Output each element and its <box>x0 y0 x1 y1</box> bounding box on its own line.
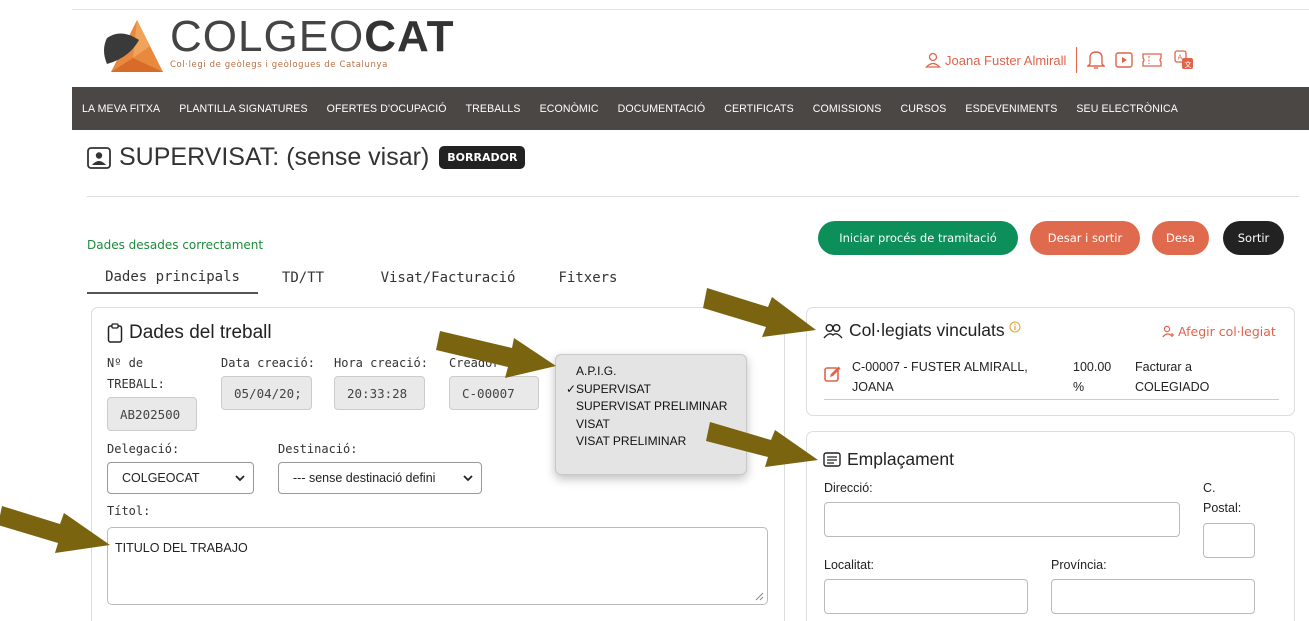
work-number-label: Nº de TREBALL: <box>107 356 165 391</box>
province-input[interactable] <box>1051 579 1255 614</box>
title-divider <box>87 196 1299 197</box>
user-area: Joana Fuster Almirall A文 <box>925 46 1201 74</box>
members-title: Col·legiats vinculats <box>823 320 1021 341</box>
people-icon <box>823 323 843 338</box>
nav-ofertes-ocupacio[interactable]: OFERTES D'OCUPACIÓ <box>327 103 447 115</box>
tab-bar: Dades principals TD/TT Visat/Facturació … <box>87 262 628 294</box>
translate-icon[interactable]: A文 <box>1173 49 1195 71</box>
logo-wordmark: COLGEOCAT <box>170 12 455 61</box>
delegation-select[interactable]: COLGEOCAT <box>107 462 254 494</box>
tab-visat-facturacio[interactable]: Visat/Facturació <box>348 262 548 294</box>
add-member-link[interactable]: Afegir col·legiat <box>1162 324 1276 339</box>
work-title-textarea[interactable]: TITULO DEL TRABAJO <box>107 527 768 605</box>
menu-option-supervisat[interactable]: ✓SUPERVISAT <box>556 381 746 399</box>
user-name-link[interactable]: Joana Fuster Almirall <box>945 53 1066 68</box>
list-icon <box>823 452 841 467</box>
nav-treballs[interactable]: TREBALLS <box>466 103 521 115</box>
creation-time-field[interactable]: 20:33:28 <box>334 376 425 410</box>
work-number-field[interactable]: AB202500 <box>107 397 197 431</box>
destination-label: Destinació: <box>278 442 358 456</box>
member-billing: Facturar a COLEGIADO <box>1135 360 1210 394</box>
menu-option-apig[interactable]: A.P.I.G. <box>556 363 746 381</box>
menu-option-visat[interactable]: VISAT <box>556 416 746 434</box>
logo-mark-icon <box>104 20 163 72</box>
start-process-button[interactable]: Iniciar procés de tramitació <box>818 221 1018 255</box>
ticket-icon[interactable] <box>1141 49 1163 71</box>
save-button[interactable]: Desa <box>1152 221 1209 255</box>
menu-option-visat-preliminar[interactable]: VISAT PRELIMINAR <box>556 433 746 451</box>
creation-date-field[interactable]: 05/04/20; <box>221 376 312 410</box>
checkmark-icon: ✓ <box>566 381 577 396</box>
member-name: C-00007 - FUSTER ALMIRALL, JOANA <box>852 360 1028 394</box>
nav-plantilla-signatures[interactable]: PLANTILLA SIGNATURES <box>179 103 307 115</box>
tab-fitxers[interactable]: Fitxers <box>548 262 628 294</box>
location-title: Emplaçament <box>823 449 954 470</box>
contact-card-icon <box>87 146 111 169</box>
top-divider <box>72 9 1309 10</box>
add-user-icon <box>1162 325 1174 338</box>
colgeocat-logo[interactable]: COLGEOCAT Col·legi de geòlegs i geòlogue… <box>103 12 483 76</box>
nav-la-meva-fitxa[interactable]: LA MEVA FITXA <box>82 103 160 115</box>
nav-seu-electronica[interactable]: SEU ELECTRÒNICA <box>1076 103 1178 115</box>
creation-time-label: Hora creació: <box>334 356 428 370</box>
nav-cursos[interactable]: CURSOS <box>900 103 946 115</box>
creator-label: Creador <box>449 356 500 370</box>
tab-dades-principals[interactable]: Dades principals <box>87 262 258 294</box>
page-title-text: SUPERVISAT: (sense visar) <box>119 143 430 171</box>
city-label: Localitat: <box>824 558 875 572</box>
user-separator <box>1076 47 1078 73</box>
work-title-label: Títol: <box>107 504 151 518</box>
tab-td-tt[interactable]: TD/TT <box>258 262 348 294</box>
chevron-down-icon <box>235 475 245 482</box>
work-data-title: Dades del treball <box>107 322 272 344</box>
member-percent: 100.00% <box>1073 360 1112 394</box>
nav-comissions[interactable]: COMISSIONS <box>813 103 882 115</box>
destination-select[interactable]: --- sense destinació defini <box>278 462 482 494</box>
svg-text:A: A <box>1178 54 1183 62</box>
province-label: Província: <box>1051 558 1107 572</box>
creator-field[interactable]: C-00007 <box>449 376 539 410</box>
nav-documentacio[interactable]: DOCUMENTACIÓ <box>618 103 706 115</box>
work-title-value: TITULO DEL TRABAJO <box>115 541 248 555</box>
postal-code-label: C. Postal: <box>1203 481 1242 515</box>
info-icon[interactable] <box>1009 321 1021 333</box>
clipboard-icon <box>107 323 123 343</box>
address-input[interactable] <box>824 502 1180 537</box>
saved-message: Dades desades correctament <box>87 238 264 252</box>
bell-icon[interactable] <box>1085 49 1107 71</box>
nav-certificats[interactable]: CERTIFICATS <box>724 103 794 115</box>
page-title: SUPERVISAT: (sense visar) BORRADOR <box>87 143 526 172</box>
creation-date-label: Data creació: <box>221 356 315 370</box>
logo-subtitle: Col·legi de geòlegs i geòlogues de Catal… <box>170 60 388 70</box>
status-badge: BORRADOR <box>439 146 526 169</box>
video-icon[interactable] <box>1113 49 1135 71</box>
postal-code-input[interactable] <box>1203 523 1255 558</box>
menu-option-supervisat-preliminar[interactable]: SUPERVISAT PRELIMINAR <box>556 398 746 416</box>
exit-button[interactable]: Sortir <box>1223 221 1284 255</box>
save-and-exit-button[interactable]: Desar i sortir <box>1030 221 1140 255</box>
type-dropdown-menu: A.P.I.G. ✓SUPERVISAT SUPERVISAT PRELIMIN… <box>555 354 747 475</box>
svg-text:文: 文 <box>1185 60 1192 69</box>
address-label: Direcció: <box>824 481 873 495</box>
resize-handle-icon[interactable] <box>754 591 764 601</box>
city-input[interactable] <box>824 579 1028 614</box>
user-icon <box>925 52 941 68</box>
delegation-label: Delegació: <box>107 442 180 456</box>
edit-icon[interactable] <box>824 365 842 383</box>
chevron-down-icon <box>463 475 473 482</box>
nav-esdeveniments[interactable]: ESDEVENIMENTS <box>965 103 1057 115</box>
main-nav: LA MEVA FITXA PLANTILLA SIGNATURES OFERT… <box>72 87 1309 130</box>
members-row-divider <box>824 399 1279 400</box>
nav-economic[interactable]: ECONÒMIC <box>540 103 599 115</box>
